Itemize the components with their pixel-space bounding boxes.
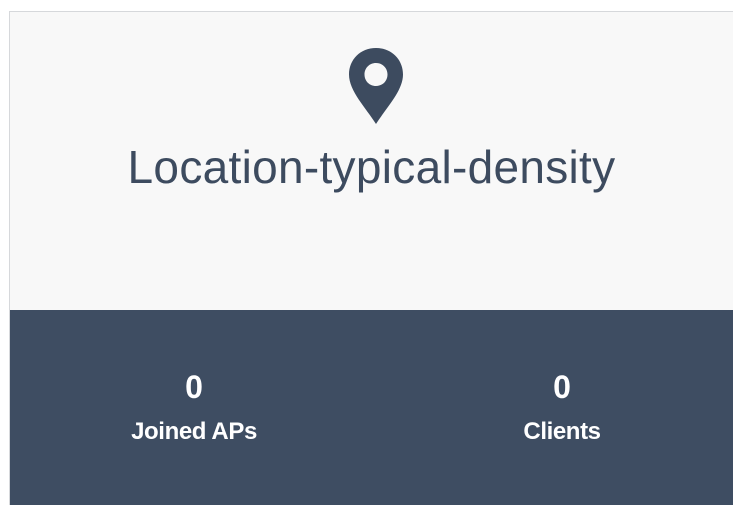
location-card-header: Location-typical-density — [10, 12, 733, 310]
clients-label: Clients — [523, 418, 601, 445]
joined-aps-count: 0 — [185, 369, 203, 405]
clients-count: 0 — [553, 369, 571, 405]
stats-bar: 0 Joined APs 0 Clients — [10, 310, 733, 505]
map-pin-icon — [346, 46, 406, 126]
location-card[interactable]: Location-typical-density 0 Joined APs 0 … — [9, 11, 733, 505]
joined-aps-label: Joined APs — [131, 418, 257, 445]
clients-stat[interactable]: 0 Clients — [442, 368, 682, 446]
joined-aps-stat[interactable]: 0 Joined APs — [74, 368, 314, 446]
location-name: Location-typical-density — [127, 141, 616, 193]
